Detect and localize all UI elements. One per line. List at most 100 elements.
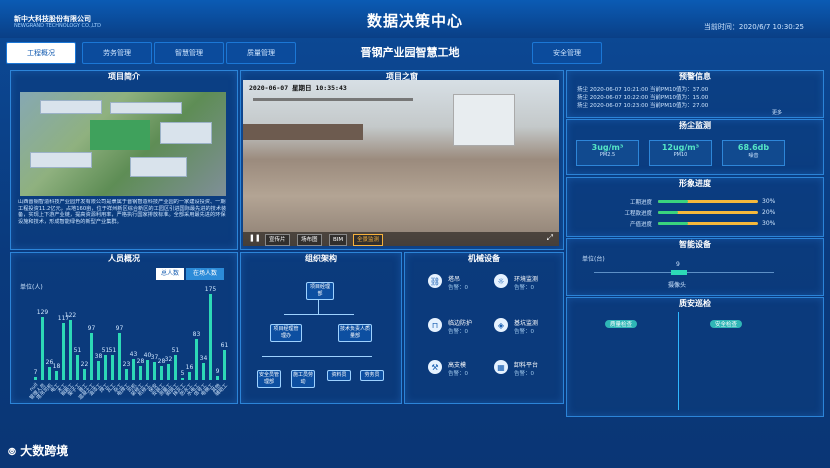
warning-more-link[interactable]: 更多 (772, 109, 782, 116)
quality-check-tag[interactable]: 质量检查 (605, 320, 638, 328)
bar (146, 360, 149, 380)
bar-value-label: 51 (171, 347, 180, 355)
bar (118, 332, 121, 380)
tab-labor[interactable]: 劳务管理 (82, 42, 152, 64)
project-image (20, 92, 226, 196)
bar-value-label: 122 (64, 312, 77, 320)
tab-quality[interactable]: 质量管理 (226, 42, 296, 64)
progress-fill (658, 200, 688, 203)
smart-device-value: 9 (676, 261, 680, 268)
bar-value-label: 43 (129, 350, 138, 358)
org-connector (262, 356, 372, 357)
platform-icon: ▦ (494, 360, 508, 374)
bar (34, 376, 37, 380)
org-root: 项目经理部 (306, 282, 334, 300)
progress-row: 工期进度 30% (629, 198, 776, 206)
video-btn-layout[interactable]: 场布图 (297, 234, 322, 246)
warning-item: 扬尘 2020-06-07 10:21:00 当前PM10值为：37.00 (577, 87, 709, 93)
progress-row: 产值进度 30% (629, 220, 776, 228)
bar-value-label: 97 (87, 324, 96, 332)
site-camera-feed[interactable]: 2020-06-07 星期日 10:35:43 ❚❚ 宣传片 场布图 BIM 全… (243, 80, 559, 246)
footer-brand: ⦾ 大数跨境 (8, 444, 69, 458)
site-title: 晋钢产业园智慧工地 (360, 46, 460, 59)
safety-check-tag[interactable]: 安全检查 (710, 320, 743, 328)
machine-platform[interactable]: ▦ 卸料平台 告警：0 (494, 360, 574, 384)
video-timestamp: 2020-06-07 星期日 10:35:43 (249, 84, 347, 92)
bar (167, 364, 170, 380)
bar (125, 368, 128, 380)
video-btn-panorama[interactable]: 全景监测 (353, 234, 384, 246)
quality-title: 质安巡检 (567, 298, 823, 310)
page-title: 数据决策中心 (366, 12, 463, 30)
org-level3: 劳务员 (360, 370, 384, 381)
bar (223, 350, 226, 380)
pause-icon[interactable]: ❚❚ (249, 234, 261, 242)
bar (202, 363, 205, 380)
org-connector (284, 314, 354, 315)
tab-smart[interactable]: 智慧管理 (154, 42, 224, 64)
warning-item: 扬尘 2020-06-07 10:22:00 当前PM10值为：15.00 (577, 95, 709, 101)
guardrail-icon: ⊓ (428, 318, 442, 332)
smart-device-unit: 单位(台) (582, 256, 605, 263)
fullscreen-icon[interactable]: ⤢ (547, 233, 553, 243)
tab-safety[interactable]: 安全管理 (532, 42, 602, 64)
smart-device-label: 摄像头 (668, 282, 687, 289)
company-name-en: NEWGRAND TECHNOLOGY CO.,LTD (14, 23, 101, 29)
current-time: 当前时间：2020/6/7 10:30:25 (704, 22, 804, 32)
dust-noise: 68.6db 噪音 (722, 140, 785, 166)
bar (41, 316, 44, 380)
machine-pit[interactable]: ◈ 基坑监测 告警：0 (494, 318, 574, 342)
personnel-title: 人员概况 (11, 253, 237, 265)
org-level2-b: 技术负责人质量部 (338, 324, 372, 342)
bar-value-label: 175 (204, 286, 217, 294)
building (453, 94, 515, 146)
progress-panel: 形象进度 (566, 177, 824, 237)
tab-project-overview[interactable]: 工程概况 (6, 42, 76, 64)
chart-ylabel: 单位(人) (20, 284, 43, 291)
bar (83, 369, 86, 380)
org-level2-a: 项目经理管理办 (270, 324, 302, 342)
bar (188, 372, 191, 380)
video-controls: ❚❚ 宣传片 场布图 BIM 全景监测 ⤢ (243, 232, 559, 246)
dust-title: 扬尘监测 (567, 120, 823, 132)
machine-environment[interactable]: ☼ 环境监测 告警：0 (494, 274, 574, 298)
org-level3: 资料员 (327, 370, 351, 381)
project-intro-title: 项目简介 (11, 71, 237, 83)
bar-value-label: 51 (73, 347, 82, 355)
gantry-crane (253, 98, 413, 121)
org-level3: 安全员管理部 (257, 370, 281, 388)
org-connector (318, 300, 319, 314)
bar (139, 366, 142, 380)
header: 新中大科技股份有限公司 NEWGRAND TECHNOLOGY CO.,LTD … (0, 0, 830, 38)
warning-title: 预警信息 (567, 71, 823, 83)
crane-icon: ⛓ (428, 274, 442, 288)
timeline-line (678, 312, 679, 410)
org-level3: 施工员劳动 (291, 370, 315, 388)
bar-value-label: 61 (220, 342, 229, 350)
bar (55, 371, 58, 380)
tab-total-staff[interactable]: 总人数 (156, 268, 184, 280)
personnel-bar-chart: 7 null 129 管理人员 26 塔吊司机 18 电工 117 木工 122 钢筋工 51 架子工 22… (29, 286, 229, 401)
bar (181, 377, 184, 380)
machinery-title: 机械设备 (405, 253, 563, 265)
smart-device-title: 智能设备 (567, 239, 823, 251)
time-label: 当前时间： (703, 23, 739, 31)
steel-stack (243, 124, 363, 140)
progress-fill (658, 211, 678, 214)
video-btn-promo[interactable]: 宣传片 (265, 234, 290, 246)
bar (62, 322, 65, 380)
building-roof (130, 157, 187, 177)
project-description: 山西晋钢智造科技产业园开发有限公司是隶属于晋钢智造科技产业园的一家建设投资、一期… (18, 199, 227, 225)
org-title: 组织架构 (241, 253, 401, 265)
bar (111, 355, 114, 380)
smart-device-bar (671, 270, 687, 275)
building-roof (110, 102, 182, 114)
dust-pm10: 12ug/m³ PM10 (649, 140, 712, 166)
bar (216, 375, 219, 380)
building-roof (30, 152, 92, 168)
tab-onsite-staff[interactable]: 在场人数 (186, 268, 224, 280)
progress-fill (658, 222, 688, 225)
bar-value-label: 97 (115, 324, 124, 332)
smart-device-panel: 智能设备 (566, 238, 824, 296)
video-btn-bim[interactable]: BIM (329, 234, 348, 246)
